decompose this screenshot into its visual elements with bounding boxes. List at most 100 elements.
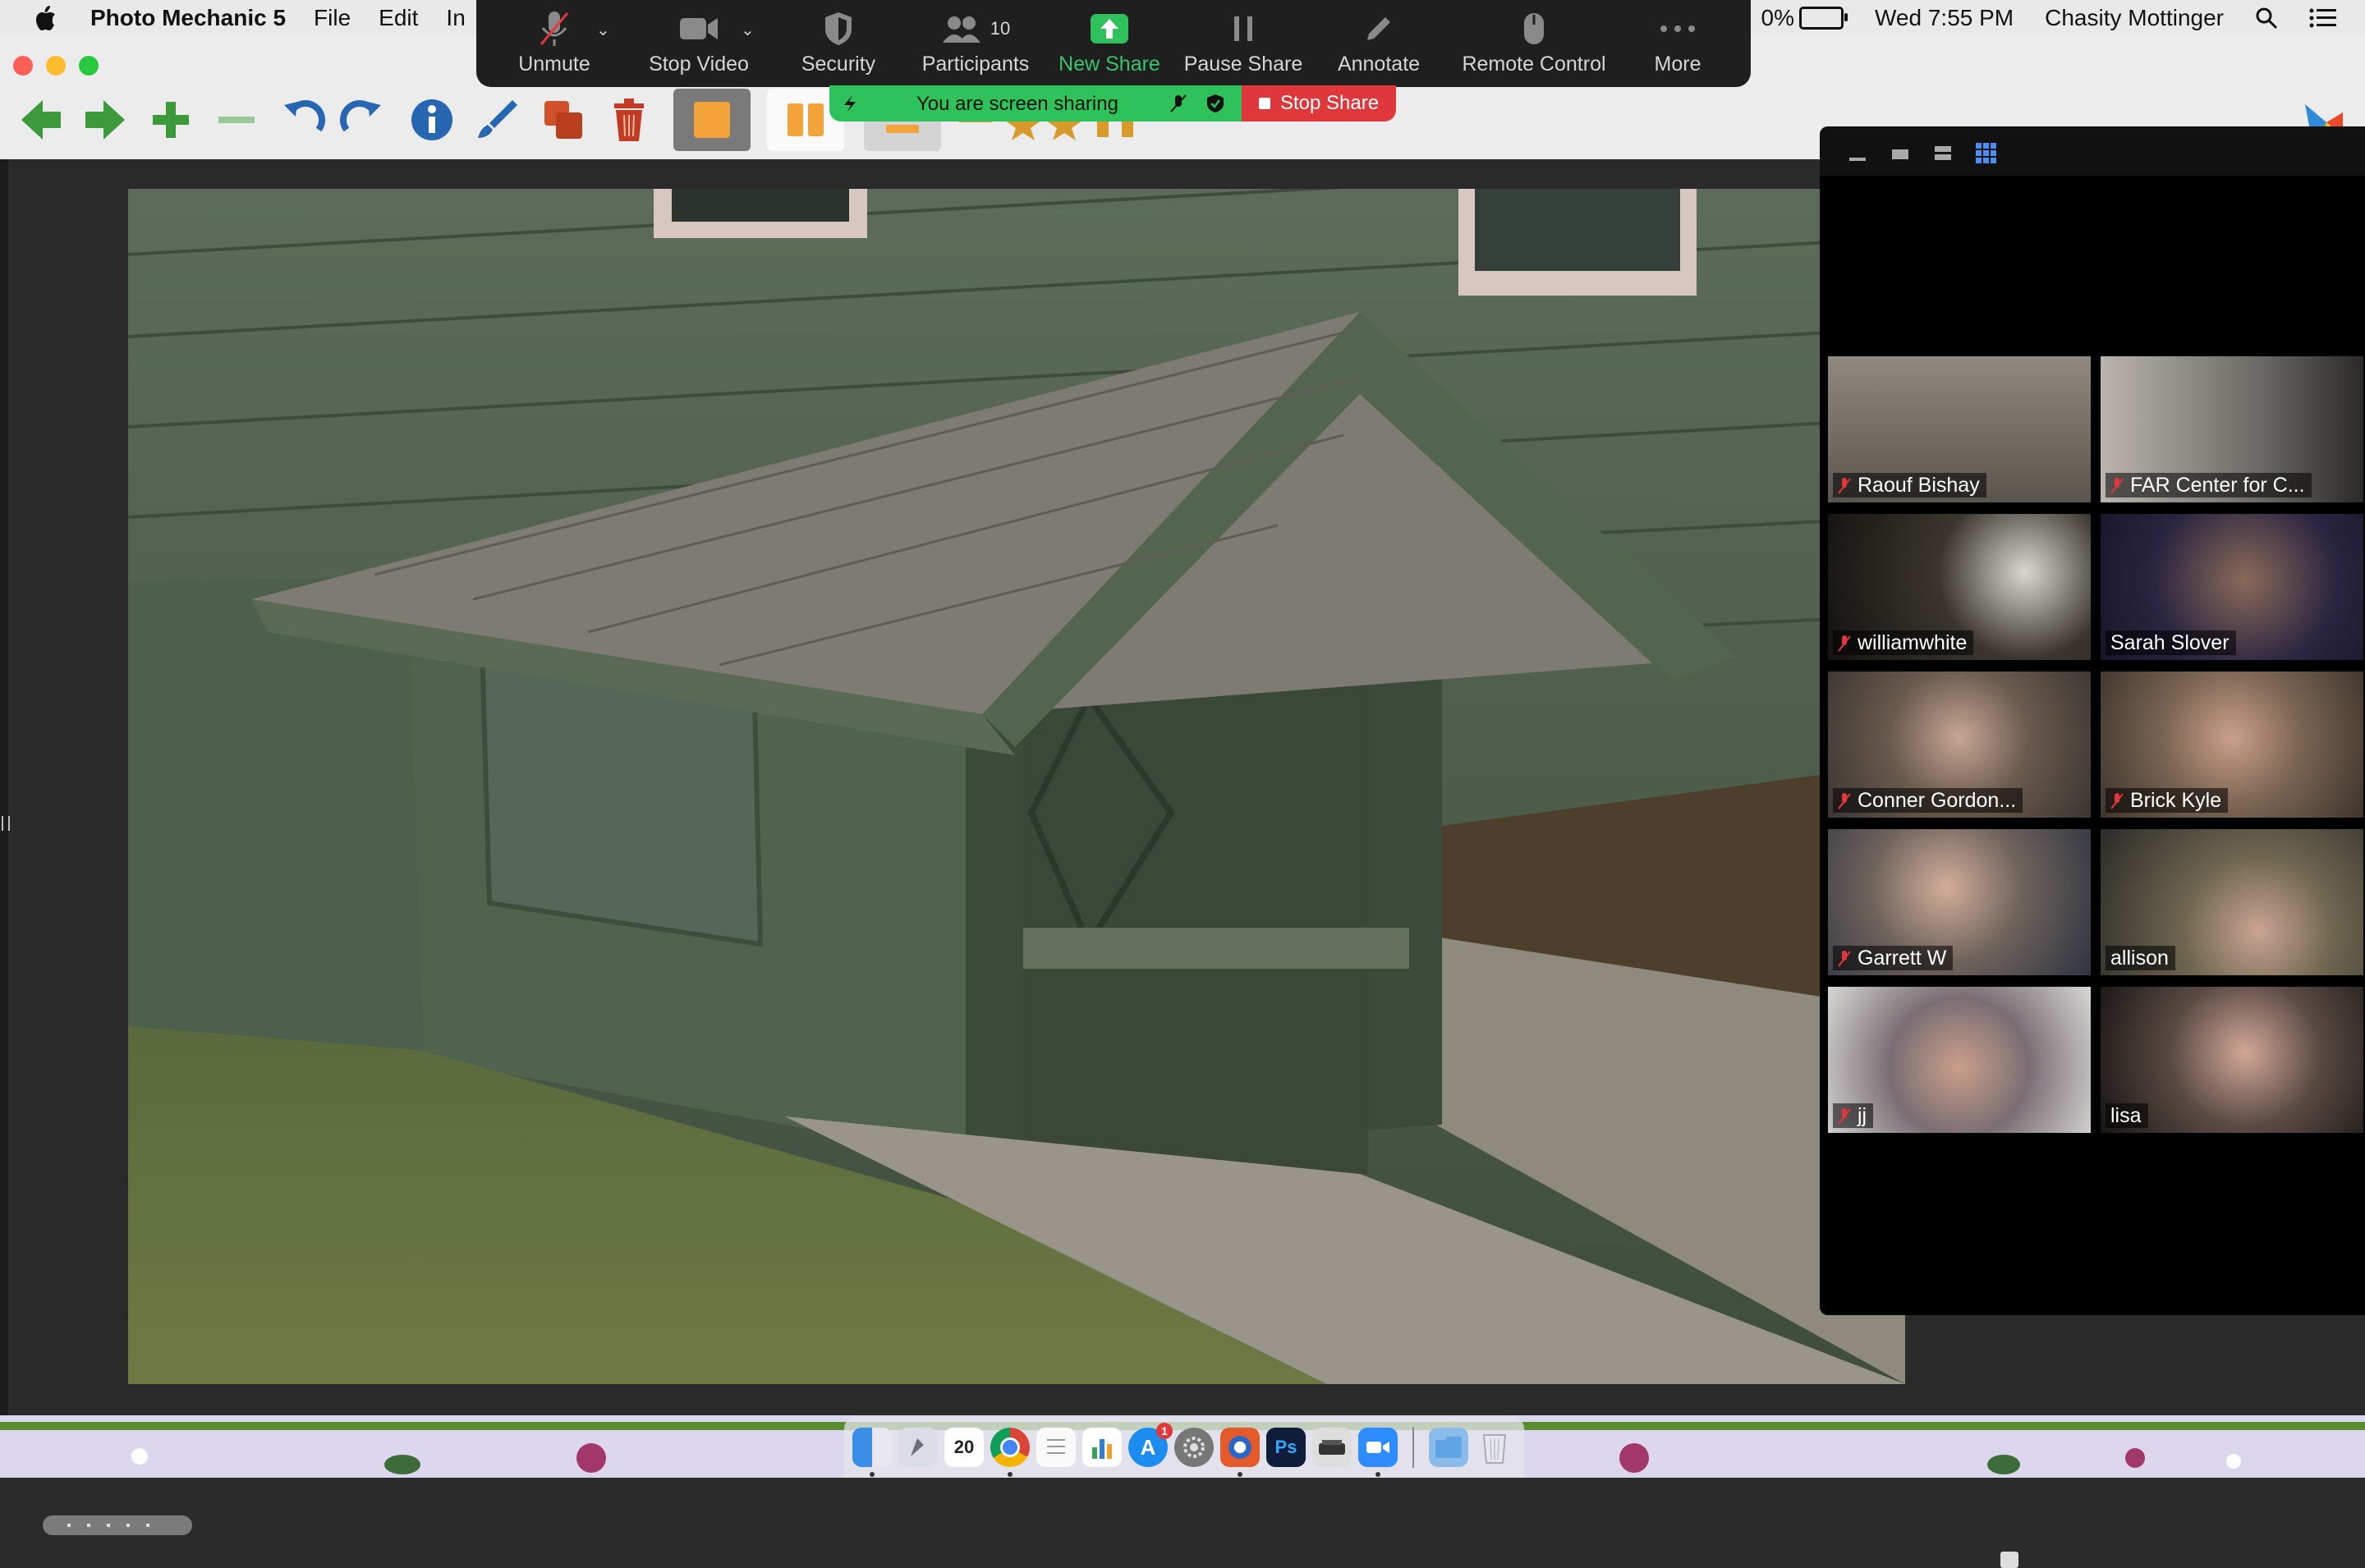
image-menu[interactable]: In <box>446 0 465 36</box>
scanner-icon[interactable] <box>1312 1428 1352 1467</box>
muted-mic-icon <box>1838 791 1851 809</box>
photo-cellar-door-image <box>128 189 1905 1384</box>
stop-video-button[interactable]: Stop Video <box>649 0 749 87</box>
notification-center-icon[interactable] <box>2309 7 2337 29</box>
menubar-clock[interactable]: Wed 7:55 PM <box>1875 5 2014 31</box>
close-window-button[interactable] <box>13 56 33 76</box>
zoom-window-button[interactable] <box>79 56 99 76</box>
preview-photo[interactable] <box>128 189 1905 1384</box>
more-button[interactable]: More <box>1633 0 1723 87</box>
copy-button[interactable] <box>537 89 590 151</box>
strip-view-icon[interactable] <box>1933 143 1953 163</box>
previous-photo-button[interactable] <box>15 89 67 151</box>
remote-control-button[interactable]: Remote Control <box>1462 0 1606 87</box>
photoshop-icon[interactable]: Ps <box>1266 1428 1306 1467</box>
zoom-out-button[interactable] <box>210 89 263 151</box>
spotlight-search-icon[interactable] <box>2255 7 2278 30</box>
minus-icon <box>218 117 255 123</box>
security-button[interactable]: Security <box>793 0 884 87</box>
panel-resize-handle[interactable] <box>2 816 10 831</box>
participant-tile[interactable]: jj <box>1828 987 2091 1133</box>
ellipsis-icon <box>1660 25 1695 32</box>
rotate-left-icon <box>284 100 325 132</box>
delete-button[interactable] <box>603 89 655 151</box>
rotate-left-button[interactable] <box>276 89 328 151</box>
arrow-left-icon <box>21 100 61 140</box>
muted-mic-icon <box>1838 949 1851 967</box>
color-class-icon <box>694 102 730 138</box>
annotate-label: Annotate <box>1337 53 1421 76</box>
muted-mic-icon <box>1838 1107 1851 1125</box>
app-store-icon[interactable]: A1 <box>1128 1423 1173 1467</box>
participant-tile[interactable]: lisa <box>2101 987 2363 1133</box>
participants-button[interactable]: 10 Participants <box>922 0 1029 87</box>
participant-tile[interactable]: Brick Kyle <box>2101 672 2363 818</box>
gallery-grid-icon[interactable] <box>1976 143 1997 164</box>
more-label: More <box>1654 53 1701 76</box>
horizontal-scrollbar[interactable] <box>43 1515 192 1535</box>
launchpad-icon[interactable] <box>898 1428 938 1467</box>
zoom-gallery-panel: Raouf Bishay FAR Center for C... william… <box>1820 126 2365 1315</box>
audio-options-caret[interactable]: ⌄ <box>596 20 610 40</box>
unmute-button[interactable]: Unmute <box>509 0 599 87</box>
viewer-corner-toggle[interactable] <box>2000 1552 2018 1568</box>
file-menu[interactable]: File <box>314 0 351 36</box>
photo-mechanic-dock-icon[interactable] <box>1220 1428 1260 1477</box>
minimize-window-button[interactable] <box>46 56 66 76</box>
stop-video-label: Stop Video <box>649 53 749 76</box>
stop-share-label: Stop Share <box>1279 92 1380 114</box>
participant-tile[interactable]: FAR Center for C... <box>2101 356 2363 502</box>
numbers-icon[interactable] <box>1082 1428 1122 1467</box>
pause-icon <box>1234 16 1252 41</box>
menubar-user[interactable]: Chasity Mottinger <box>2045 5 2224 31</box>
participant-tile[interactable]: Raouf Bishay <box>1828 356 2091 502</box>
downloads-folder-icon[interactable] <box>1429 1428 1468 1467</box>
arrow-right-icon <box>85 100 125 140</box>
notes-icon[interactable] <box>1036 1428 1076 1467</box>
finder-icon[interactable] <box>852 1428 892 1477</box>
new-share-button[interactable]: New Share <box>1056 0 1163 87</box>
app-store-badge: 1 <box>1156 1423 1173 1439</box>
apple-menu-icon[interactable] <box>33 4 57 32</box>
info-icon <box>411 99 452 140</box>
zoom-app-icon[interactable] <box>1358 1428 1398 1477</box>
stop-share-button[interactable]: Stop Share <box>1242 85 1396 121</box>
battery-status[interactable]: 0% <box>1761 5 1848 31</box>
app-menu[interactable]: Photo Mechanic 5 <box>90 0 286 36</box>
info-button[interactable] <box>406 89 458 151</box>
next-photo-button[interactable] <box>79 89 131 151</box>
video-camera-icon <box>680 18 718 39</box>
participant-tile[interactable]: Garrett W <box>1828 829 2091 975</box>
calendar-icon[interactable]: 20 <box>944 1428 984 1467</box>
rotate-right-button[interactable] <box>337 89 389 151</box>
edit-brush-button[interactable] <box>471 89 524 151</box>
stop-square-icon <box>1258 98 1270 109</box>
pause-share-button[interactable]: Pause Share <box>1184 0 1302 87</box>
participant-tile[interactable]: williamwhite <box>1828 514 2091 660</box>
chrome-icon[interactable] <box>990 1428 1030 1477</box>
plus-icon <box>153 102 189 138</box>
participant-tile[interactable]: Sarah Slover <box>2101 514 2363 660</box>
compare-icon <box>788 103 824 136</box>
trash-icon <box>614 99 644 141</box>
participant-name-tag: FAR Center for C... <box>2106 473 2312 497</box>
screen-sharing-banner[interactable]: You are screen sharing <box>829 85 1242 121</box>
rotate-right-icon <box>340 100 381 132</box>
video-options-caret[interactable]: ⌄ <box>741 20 755 40</box>
participant-name-tag: jj <box>1833 1103 1874 1128</box>
edit-menu[interactable]: Edit <box>379 0 418 36</box>
unmute-label: Unmute <box>518 53 590 76</box>
copy-icon <box>544 101 582 139</box>
participant-tile[interactable]: Conner Gordon... <box>1828 672 2091 818</box>
annotate-button[interactable]: Annotate <box>1334 0 1424 87</box>
speaker-view-icon[interactable] <box>1890 143 1910 163</box>
security-check-icon <box>1207 94 1224 112</box>
system-preferences-icon[interactable] <box>1174 1428 1214 1467</box>
muted-mic-icon <box>1838 476 1851 494</box>
color-class-button[interactable] <box>673 89 751 151</box>
minimize-video-icon[interactable] <box>1848 143 1867 163</box>
trash-dock-icon[interactable] <box>1475 1428 1514 1467</box>
mouse-icon <box>1524 13 1544 44</box>
zoom-in-button[interactable] <box>145 89 197 151</box>
participant-tile-active-speaker[interactable]: allison <box>2101 829 2363 975</box>
